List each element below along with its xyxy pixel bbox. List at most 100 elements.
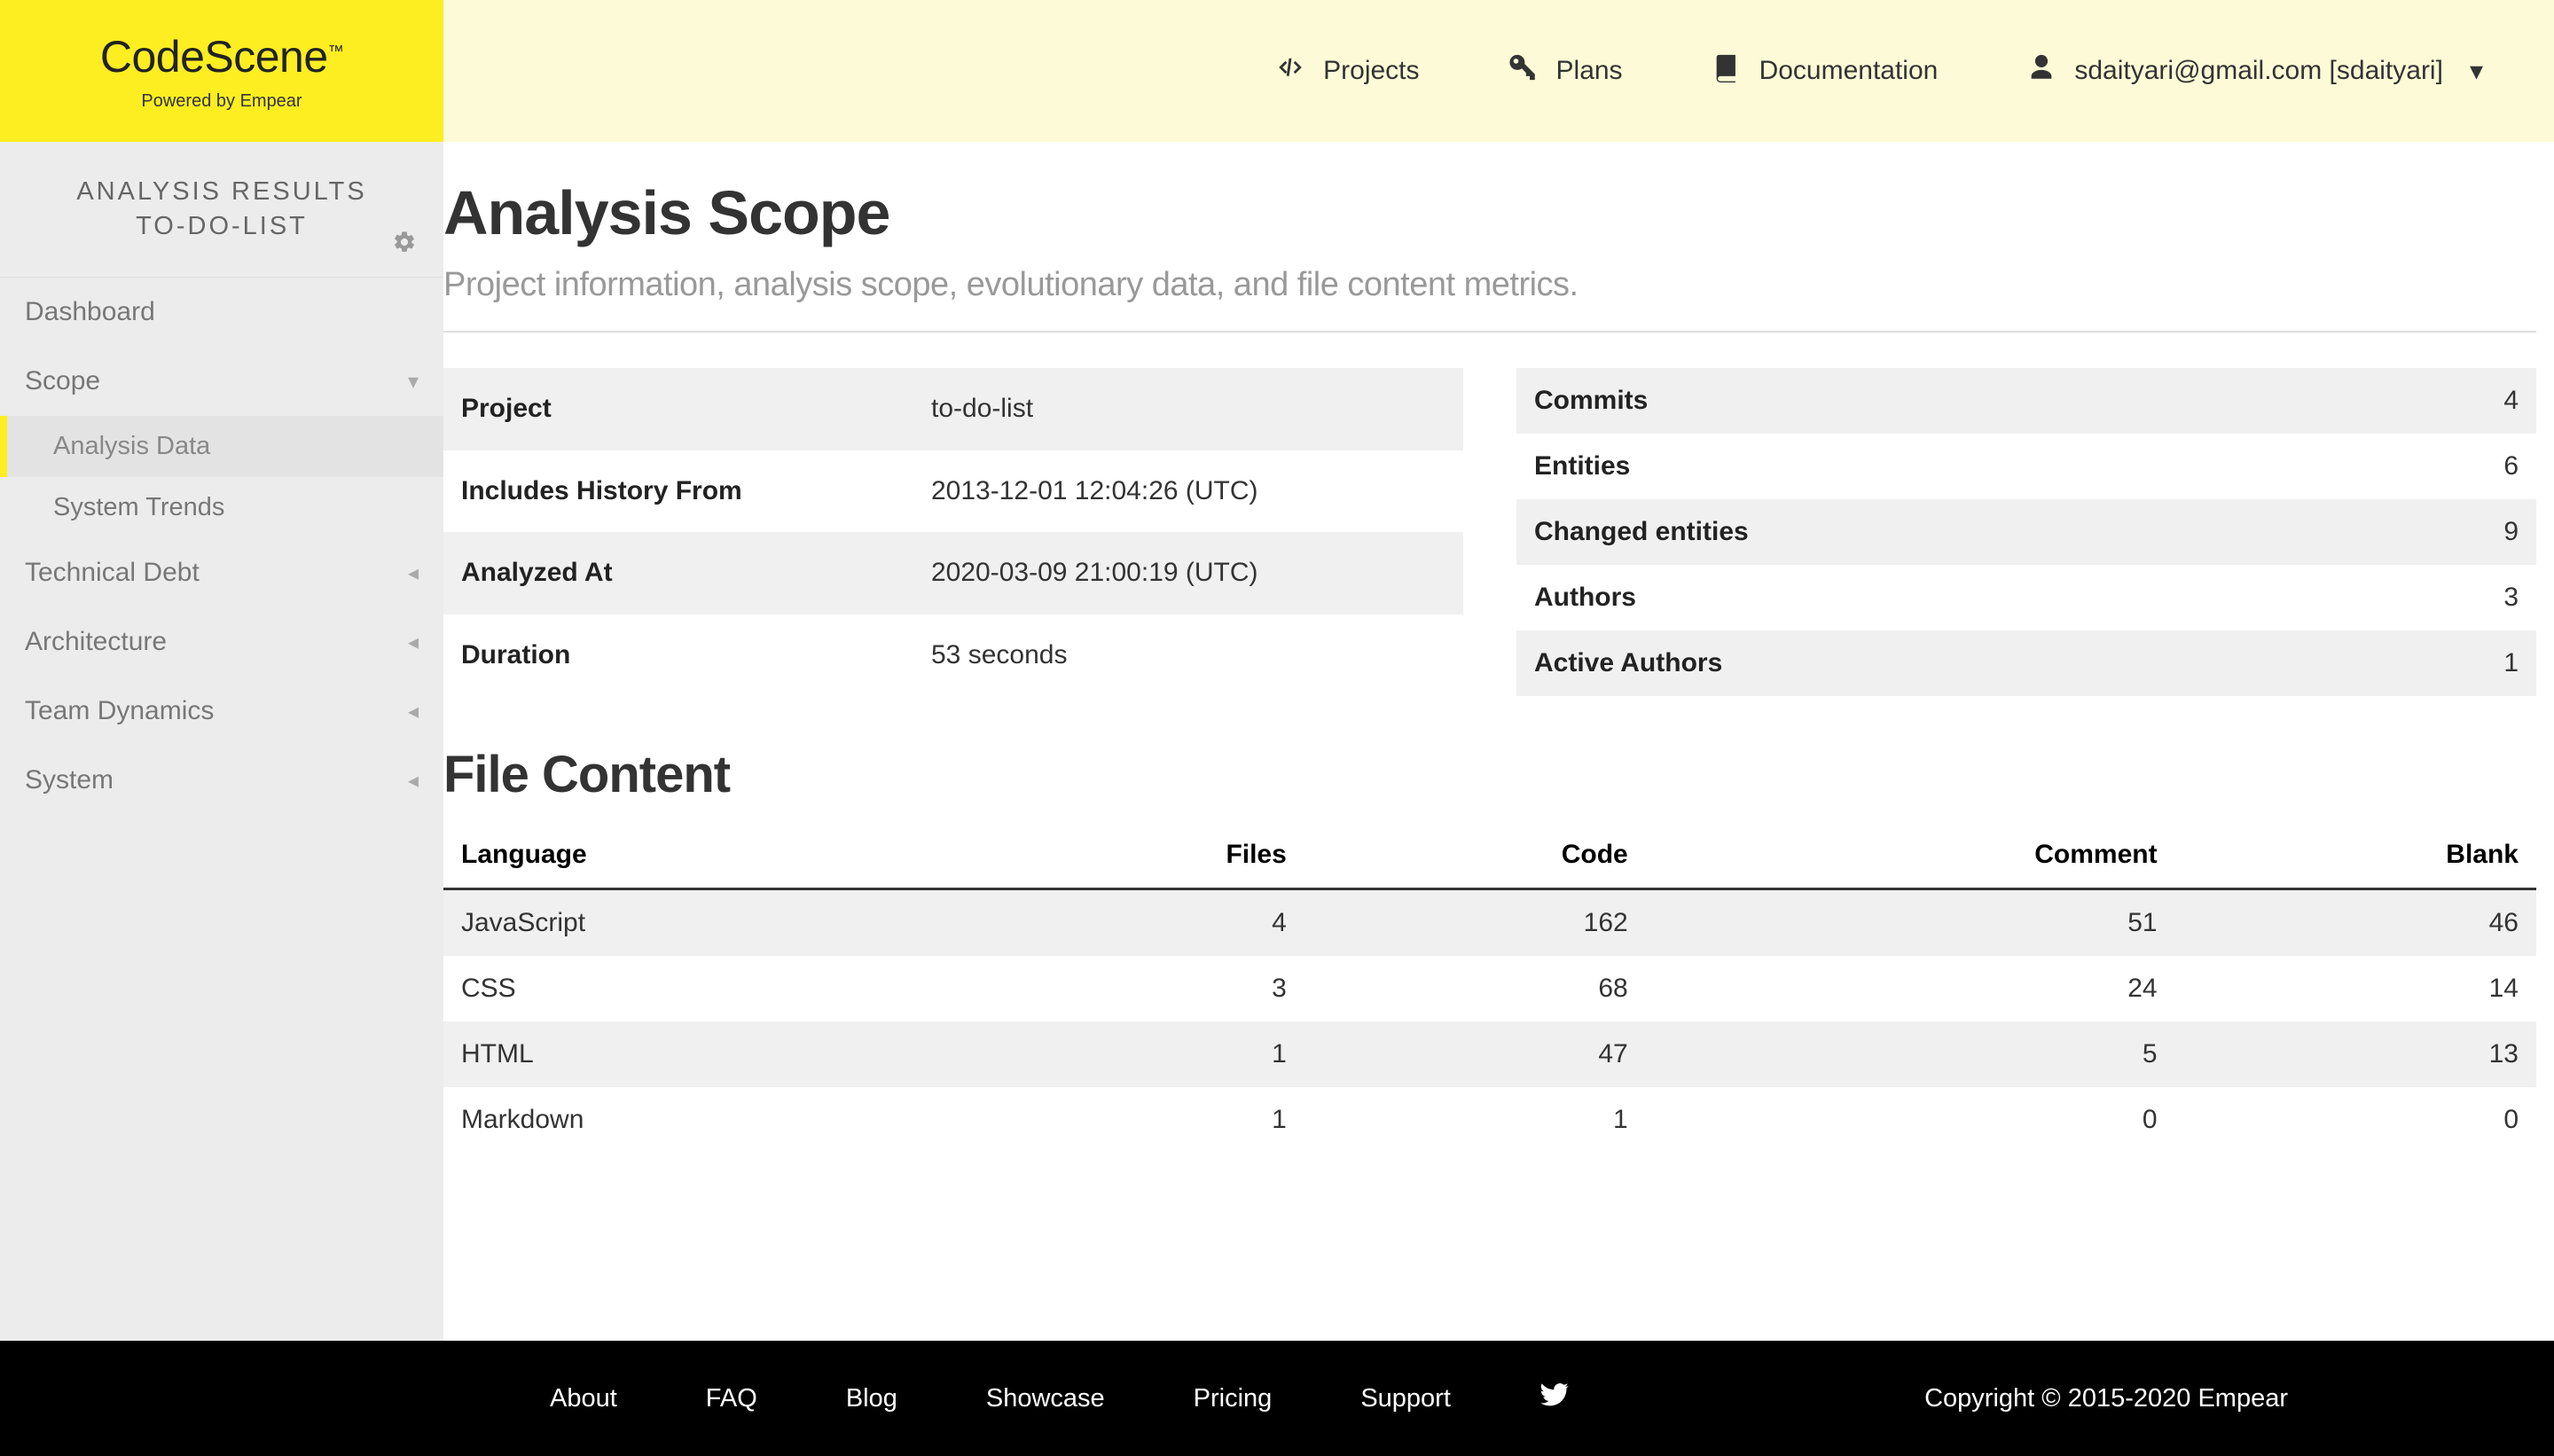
footer-copyright: Copyright © 2015-2020 Empear <box>1924 1384 2288 1413</box>
col-language[interactable]: Language <box>443 822 983 889</box>
sidebar-item-label: Scope <box>25 366 100 396</box>
sidebar-item-dashboard[interactable]: Dashboard <box>0 278 443 347</box>
nav-plans-label: Plans <box>1556 56 1623 86</box>
nav-documentation-label: Documentation <box>1759 56 1939 86</box>
table-row: CSS 3 68 24 14 <box>443 956 2536 1022</box>
logo-tm: ™ <box>328 42 344 59</box>
twitter-icon[interactable] <box>1539 1380 1570 1417</box>
table-row: Includes History From2013-12-01 12:04:26… <box>443 450 1463 533</box>
footer-faq[interactable]: FAQ <box>706 1384 757 1413</box>
sidebar-item-technical-debt[interactable]: Technical Debt ◂ <box>0 538 443 607</box>
sidebar-title-line2: TO-DO-LIST <box>18 212 426 241</box>
footer-showcase[interactable]: Showcase <box>986 1384 1105 1413</box>
sidebar-item-label: Architecture <box>25 627 167 657</box>
cell-code: 47 <box>1304 1022 1646 1087</box>
cell-files: 1 <box>983 1087 1304 1153</box>
file-content-table: Language Files Code Comment Blank JavaSc… <box>443 822 2536 1153</box>
table-row: Duration53 seconds <box>443 614 1463 697</box>
col-comment[interactable]: Comment <box>1646 822 2175 889</box>
info-label: Authors <box>1516 565 1986 630</box>
cell-files: 3 <box>983 956 1304 1022</box>
sidebar-item-label: Technical Debt <box>25 558 200 588</box>
info-label: Includes History From <box>443 450 913 533</box>
col-files[interactable]: Files <box>983 822 1304 889</box>
info-value: 53 seconds <box>913 614 1463 697</box>
code-icon <box>1275 52 1305 90</box>
table-row: Projectto-do-list <box>443 368 1463 450</box>
cell-blank: 0 <box>2175 1087 2536 1153</box>
info-value: 9 <box>1986 499 2536 565</box>
table-row: Active Authors1 <box>1516 630 2536 696</box>
sidebar-item-system[interactable]: System ◂ <box>0 746 443 815</box>
sidebar-subitem-label: Analysis Data <box>53 432 210 460</box>
cell-files: 4 <box>983 889 1304 957</box>
cell-comment: 51 <box>1646 889 2175 957</box>
cell-language: CSS <box>443 956 983 1022</box>
nav-documentation[interactable]: Documentation <box>1712 52 1939 90</box>
table-row: Markdown 1 1 0 0 <box>443 1087 2536 1153</box>
sidebar-item-scope[interactable]: Scope ▾ <box>0 347 443 416</box>
footer-about[interactable]: About <box>550 1384 617 1413</box>
sidebar-subitem-analysis-data[interactable]: Analysis Data <box>0 416 443 477</box>
table-row: Changed entities9 <box>1516 499 2536 565</box>
logo-block[interactable]: CodeScene™ Powered by Empear <box>0 0 443 142</box>
info-value: 3 <box>1986 565 2536 630</box>
table-row: JavaScript 4 162 51 46 <box>443 889 2536 957</box>
file-content-title: File Content <box>443 745 2536 804</box>
nav-user-label: sdaityari@gmail.com [sdaityari] <box>2074 56 2443 86</box>
table-row: Analyzed At2020-03-09 21:00:19 (UTC) <box>443 532 1463 614</box>
col-blank[interactable]: Blank <box>2175 822 2536 889</box>
col-code[interactable]: Code <box>1304 822 1646 889</box>
cell-files: 1 <box>983 1022 1304 1087</box>
info-label: Commits <box>1516 368 1986 434</box>
nav-projects[interactable]: Projects <box>1275 52 1419 90</box>
info-value: 2020-03-09 21:00:19 (UTC) <box>913 532 1463 614</box>
project-info-table: Projectto-do-list Includes History From2… <box>443 368 1463 696</box>
cell-language: JavaScript <box>443 889 983 957</box>
user-icon <box>2026 52 2057 90</box>
sidebar-item-team-dynamics[interactable]: Team Dynamics ◂ <box>0 677 443 746</box>
sidebar-item-label: Team Dynamics <box>25 696 214 726</box>
info-value: 6 <box>1986 434 2536 499</box>
cell-code: 68 <box>1304 956 1646 1022</box>
info-label: Changed entities <box>1516 499 1986 565</box>
info-label: Project <box>443 368 913 450</box>
cell-code: 162 <box>1304 889 1646 957</box>
cell-comment: 24 <box>1646 956 2175 1022</box>
caret-down-icon: ▾ <box>408 369 419 395</box>
info-value: 1 <box>1986 630 2536 696</box>
caret-left-icon: ◂ <box>408 560 419 586</box>
cell-code: 1 <box>1304 1087 1646 1153</box>
gear-icon[interactable] <box>392 230 417 259</box>
info-value: 2013-12-01 12:04:26 (UTC) <box>913 450 1463 533</box>
info-value: 4 <box>1986 368 2536 434</box>
table-row: Authors3 <box>1516 565 2536 630</box>
info-label: Entities <box>1516 434 1986 499</box>
footer-pricing[interactable]: Pricing <box>1194 1384 1273 1413</box>
info-label: Analyzed At <box>443 532 913 614</box>
sidebar: ANALYSIS RESULTS TO-DO-LIST Dashboard Sc… <box>0 142 443 1341</box>
nav-user-menu[interactable]: sdaityari@gmail.com [sdaityari] ▾ <box>2026 52 2483 90</box>
book-icon <box>1712 52 1742 90</box>
stats-table: Commits4 Entities6 Changed entities9 Aut… <box>1516 368 2536 696</box>
sidebar-title-line1: ANALYSIS RESULTS <box>18 177 426 207</box>
cell-language: HTML <box>443 1022 983 1087</box>
sidebar-item-architecture[interactable]: Architecture ◂ <box>0 607 443 677</box>
table-row: HTML 1 47 5 13 <box>443 1022 2536 1087</box>
sidebar-subitem-system-trends[interactable]: System Trends <box>0 477 443 538</box>
sidebar-subitem-label: System Trends <box>53 493 224 521</box>
sidebar-item-label: System <box>25 765 114 795</box>
caret-down-icon: ▾ <box>2470 56 2483 87</box>
page-title: Analysis Scope <box>443 177 2536 248</box>
table-row: Entities6 <box>1516 434 2536 499</box>
caret-left-icon: ◂ <box>408 768 419 794</box>
cell-comment: 0 <box>1646 1087 2175 1153</box>
footer-support[interactable]: Support <box>1360 1384 1451 1413</box>
info-label: Active Authors <box>1516 630 1986 696</box>
cell-comment: 5 <box>1646 1022 2175 1087</box>
cell-blank: 13 <box>2175 1022 2536 1087</box>
cell-blank: 46 <box>2175 889 2536 957</box>
nav-plans[interactable]: Plans <box>1508 52 1623 90</box>
footer-blog[interactable]: Blog <box>846 1384 897 1413</box>
sidebar-item-label: Dashboard <box>25 297 155 327</box>
